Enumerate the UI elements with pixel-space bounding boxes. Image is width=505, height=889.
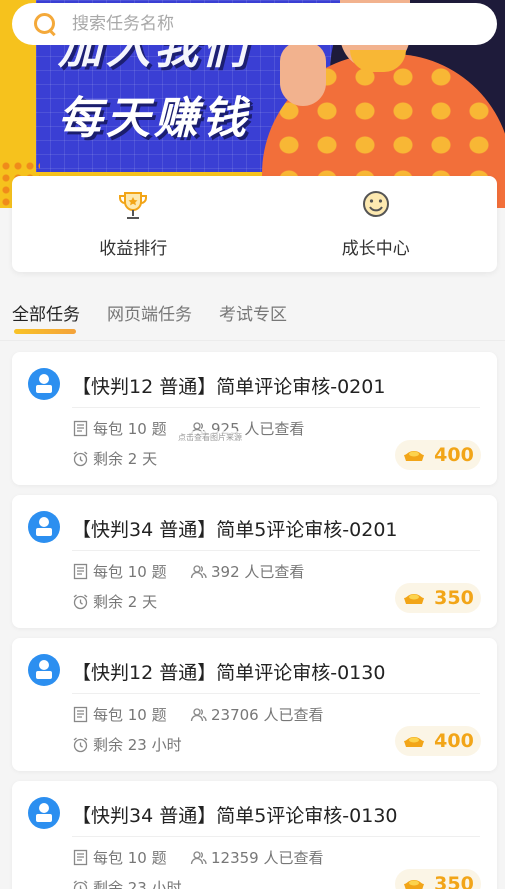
- smiley-icon: [362, 191, 389, 217]
- quick-entries: 收益排行 成长中心: [12, 176, 497, 272]
- reward-value: 350: [434, 587, 474, 609]
- task-viewers-text: 12359 人已查看: [211, 849, 324, 867]
- task-remaining-text: 剩余 2 天: [93, 593, 158, 611]
- alarm-clock-icon: [73, 451, 88, 467]
- task-per-pack-text: 每包 10 题: [93, 563, 167, 581]
- task-remaining: 剩余 2 天: [72, 448, 157, 469]
- users-icon: [190, 565, 207, 579]
- reward-badge: 350: [395, 869, 481, 889]
- task-avatar-icon: [28, 654, 60, 686]
- divider: [72, 836, 480, 837]
- task-card[interactable]: 【快判34 普通】简单5评论审核-0201 每包 10 题 392 人已查看 剩…: [12, 495, 497, 628]
- task-title: 【快判12 普通】简单评论审核-0130: [72, 662, 386, 684]
- task-avatar-icon: [28, 368, 60, 400]
- divider: [72, 407, 480, 408]
- tab-exam-zone[interactable]: 考试专区: [219, 300, 287, 340]
- task-viewers: 392 人已查看: [190, 561, 304, 582]
- document-icon: [73, 420, 88, 437]
- task-remaining-text: 剩余 23 小时: [93, 879, 182, 889]
- reward-badge: 350: [395, 583, 481, 613]
- task-per-pack: 每包 10 题: [72, 561, 167, 582]
- earnings-ranking-label: 收益排行: [99, 239, 168, 259]
- document-icon: [73, 849, 88, 866]
- task-remaining: 剩余 23 小时: [72, 877, 182, 889]
- task-viewers: 23706 人已查看: [190, 704, 324, 725]
- task-viewers: 12359 人已查看: [190, 847, 324, 868]
- task-title: 【快判12 普通】简单评论审核-0201: [72, 376, 386, 398]
- task-avatar-icon: [28, 797, 60, 829]
- alarm-clock-icon: [73, 737, 88, 753]
- gold-ingot-icon: [404, 451, 425, 461]
- document-icon: [73, 563, 88, 580]
- active-tab-indicator: [14, 329, 76, 334]
- banner-headline-2: 每天赚钱: [58, 93, 250, 144]
- task-per-pack-text: 每包 10 题: [93, 706, 167, 724]
- search-icon: [34, 13, 56, 35]
- banner-illustration-hand: [280, 42, 326, 106]
- task-title: 【快判34 普通】简单5评论审核-0201: [72, 519, 398, 541]
- tab-all-tasks[interactable]: 全部任务: [12, 300, 80, 340]
- trophy-icon: [119, 192, 148, 219]
- task-per-pack: 每包 10 题: [72, 704, 167, 725]
- reward-value: 350: [434, 873, 474, 889]
- growth-center-label: 成长中心: [341, 239, 410, 259]
- task-remaining-text: 剩余 23 小时: [93, 736, 182, 754]
- image-source-watermark[interactable]: 点击查看图片来源: [176, 431, 244, 444]
- search-bar[interactable]: [12, 3, 497, 45]
- earnings-ranking-button[interactable]: 收益排行: [12, 176, 255, 272]
- gold-ingot-icon: [404, 594, 425, 604]
- task-viewers-text: 23706 人已查看: [211, 706, 324, 724]
- reward-badge: 400: [395, 440, 481, 470]
- gold-ingot-icon: [404, 880, 425, 889]
- search-input[interactable]: [72, 14, 452, 34]
- task-remaining: 剩余 23 小时: [72, 734, 182, 755]
- task-tabs: 全部任务 网页端任务 考试专区: [12, 300, 314, 340]
- gold-ingot-icon: [404, 737, 425, 747]
- task-per-pack-text: 每包 10 题: [93, 420, 167, 438]
- users-icon: [190, 851, 207, 865]
- reward-badge: 400: [395, 726, 481, 756]
- growth-center-button[interactable]: 成长中心: [255, 176, 498, 272]
- task-card[interactable]: 【快判12 普通】简单评论审核-0130 每包 10 题 23706 人已查看 …: [12, 638, 497, 771]
- task-card[interactable]: 【快判34 普通】简单5评论审核-0130 每包 10 题 12359 人已查看…: [12, 781, 497, 889]
- task-avatar-icon: [28, 511, 60, 543]
- tab-web-tasks[interactable]: 网页端任务: [107, 300, 192, 340]
- task-remaining-text: 剩余 2 天: [93, 450, 158, 468]
- divider: [72, 550, 480, 551]
- divider: [72, 693, 480, 694]
- alarm-clock-icon: [73, 594, 88, 610]
- reward-value: 400: [434, 444, 474, 466]
- task-per-pack: 每包 10 题: [72, 847, 167, 868]
- reward-value: 400: [434, 730, 474, 752]
- task-per-pack: 每包 10 题: [72, 418, 167, 439]
- alarm-clock-icon: [73, 880, 88, 889]
- task-viewers-text: 392 人已查看: [211, 563, 305, 581]
- users-icon: [190, 708, 207, 722]
- task-per-pack-text: 每包 10 题: [93, 849, 167, 867]
- task-remaining: 剩余 2 天: [72, 591, 157, 612]
- task-title: 【快判34 普通】简单5评论审核-0130: [72, 805, 398, 827]
- document-icon: [73, 706, 88, 723]
- tabs-divider: [0, 340, 505, 341]
- task-card[interactable]: 【快判12 普通】简单评论审核-0201 每包 10 题 925 人已查看 剩余…: [12, 352, 497, 485]
